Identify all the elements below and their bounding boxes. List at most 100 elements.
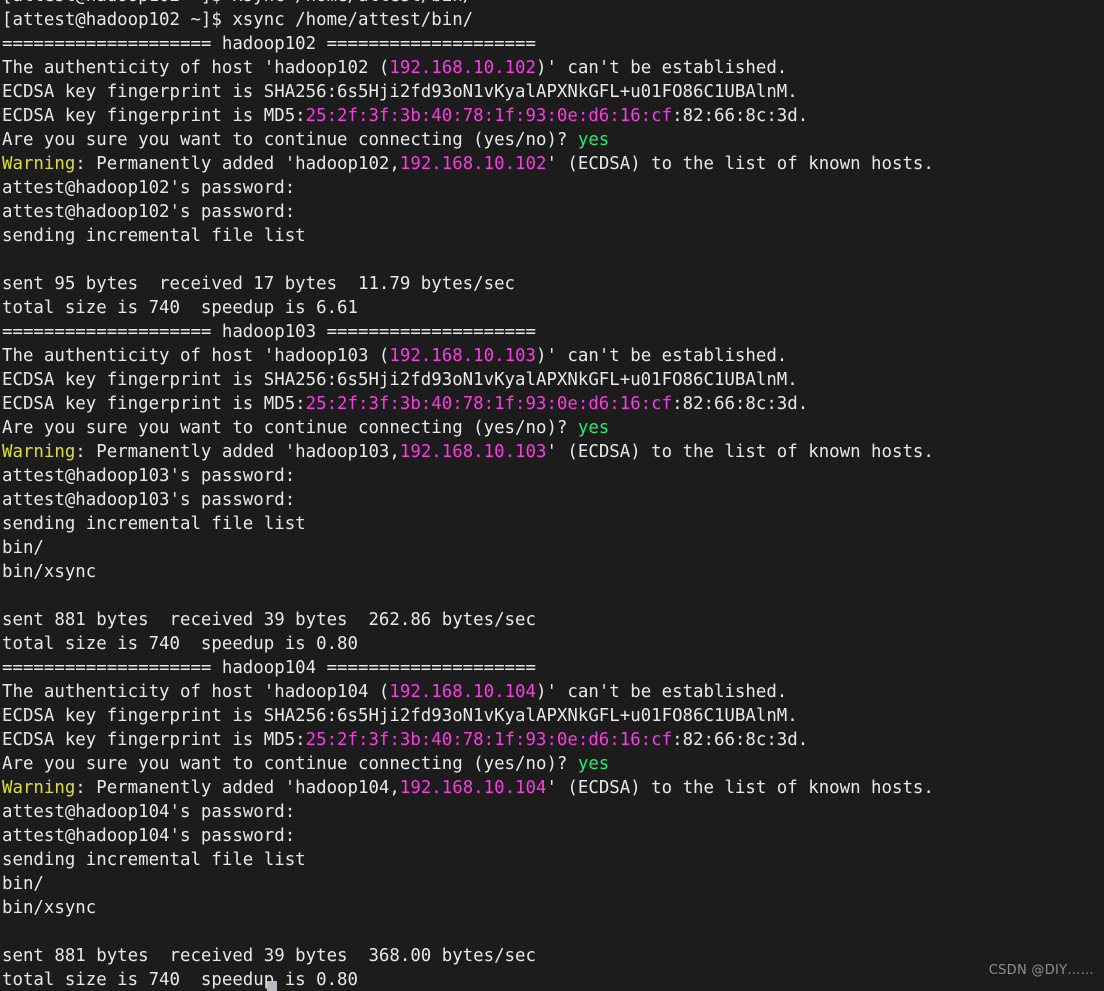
terminal-text-span: 25:2f:3f:3b:40:78:1f:93:0e:d6:16:cf xyxy=(305,106,673,126)
terminal-text-span: : Permanently added 'hadoop104, xyxy=(75,778,400,798)
terminal-line: ==================== hadoop102 =========… xyxy=(2,32,1102,56)
terminal-text-span: total size is 740 speedup is 0.80 xyxy=(2,634,358,654)
terminal-line: ==================== hadoop103 =========… xyxy=(2,320,1102,344)
terminal-text-span: attest@hadoop104's password: xyxy=(2,826,296,846)
terminal-text-span: The authenticity of host 'hadoop104 ( xyxy=(2,682,390,702)
terminal-line: sent 881 bytes received 39 bytes 262.86 … xyxy=(2,608,1102,632)
terminal-line: total size is 740 speedup is 0.80 xyxy=(2,632,1102,656)
terminal-line: The authenticity of host 'hadoop102 (192… xyxy=(2,56,1102,80)
terminal-text-span: bin/xsync xyxy=(2,898,97,918)
terminal-line: attest@hadoop104's password: xyxy=(2,824,1102,848)
terminal-text-span: ECDSA key fingerprint is SHA256:6s5Hji2f… xyxy=(2,370,798,390)
terminal-text-span: 192.168.10.104 xyxy=(389,682,536,702)
terminal-text-span: attest@hadoop103's password: xyxy=(2,490,296,510)
terminal-text-span: ' (ECDSA) to the list of known hosts. xyxy=(546,442,934,462)
terminal-text-span: sent 881 bytes received 39 bytes 262.86 … xyxy=(2,610,536,630)
terminal-line: Warning: Permanently added 'hadoop104,19… xyxy=(2,776,1102,800)
terminal-text-span: Warning xyxy=(2,154,76,174)
terminal-line: bin/xsync xyxy=(2,896,1102,920)
terminal-text-span: sending incremental file list xyxy=(2,226,306,246)
terminal-line: sending incremental file list xyxy=(2,848,1102,872)
terminal-text-span: [attest@hadoop102 ~]$ xsync /home/attest… xyxy=(2,10,474,30)
terminal-text-span: bin/xsync xyxy=(2,562,97,582)
terminal-text-span: Warning xyxy=(2,778,76,798)
terminal-text-span: 192.168.10.103 xyxy=(389,346,536,366)
terminal-text-span: Are you sure you want to continue connec… xyxy=(2,754,578,774)
terminal-line: The authenticity of host 'hadoop104 (192… xyxy=(2,680,1102,704)
terminal-text-span: ECDSA key fingerprint is SHA256:6s5Hji2f… xyxy=(2,82,798,102)
terminal-line: Are you sure you want to continue connec… xyxy=(2,416,1102,440)
terminal-line: sending incremental file list xyxy=(2,224,1102,248)
terminal-text-span: )' can't be established. xyxy=(536,346,788,366)
terminal-text-span: :82:66:8c:3d. xyxy=(672,106,809,126)
terminal-text-span: : Permanently added 'hadoop102, xyxy=(75,154,400,174)
terminal-text-span: total size is 740 speedup is 6.61 xyxy=(2,298,358,318)
terminal-text-span: bin/ xyxy=(2,874,44,894)
terminal-screen[interactable]: [attest@hadoop102 ~]$ xsync /home/attest… xyxy=(2,0,1102,991)
terminal-line: bin/ xyxy=(2,872,1102,896)
terminal-text-span: ECDSA key fingerprint is MD5: xyxy=(2,106,306,126)
terminal-line: Are you sure you want to continue connec… xyxy=(2,128,1102,152)
terminal-text-span: 192.168.10.104 xyxy=(399,778,547,798)
terminal-text-span: : Permanently added 'hadoop103, xyxy=(75,442,400,462)
terminal-line: Warning: Permanently added 'hadoop102,19… xyxy=(2,152,1102,176)
terminal-line: attest@hadoop102's password: xyxy=(2,176,1102,200)
terminal-line: ==================== hadoop104 =========… xyxy=(2,656,1102,680)
terminal-text-span: )' can't be established. xyxy=(536,58,788,78)
terminal-text-span: Are you sure you want to continue connec… xyxy=(2,130,578,150)
terminal-text-span: ==================== hadoop103 =========… xyxy=(2,322,536,342)
csdn-watermark: CSDN @DIY…… xyxy=(988,963,1094,978)
terminal-text-span: yes xyxy=(577,418,610,438)
terminal-text-span: attest@hadoop104's password: xyxy=(2,802,296,822)
terminal-text-span: ' (ECDSA) to the list of known hosts. xyxy=(546,154,934,174)
terminal-line: [attest@hadoop102 ~]$ xsync /home/attest… xyxy=(2,8,1102,32)
terminal-text-span: yes xyxy=(577,754,610,774)
terminal-line: [attest@hadoop102 ~]$ xsync /home/attest… xyxy=(2,0,1102,8)
terminal-line: ECDSA key fingerprint is MD5:25:2f:3f:3b… xyxy=(2,104,1102,128)
terminal-text-span: :82:66:8c:3d. xyxy=(672,730,809,750)
terminal-text-span: bin/ xyxy=(2,538,44,558)
terminal-line: Warning: Permanently added 'hadoop103,19… xyxy=(2,440,1102,464)
terminal-line: ECDSA key fingerprint is MD5:25:2f:3f:3b… xyxy=(2,392,1102,416)
terminal-window[interactable]: [attest@hadoop102 ~]$ xsync /home/attest… xyxy=(0,0,1104,991)
terminal-text-span: ==================== hadoop102 =========… xyxy=(2,34,536,54)
terminal-line: attest@hadoop103's password: xyxy=(2,488,1102,512)
text-cursor xyxy=(267,981,277,991)
terminal-text-span: sending incremental file list xyxy=(2,514,306,534)
terminal-line: total size is 740 speedup is 6.61 xyxy=(2,296,1102,320)
terminal-text-span: attest@hadoop102's password: xyxy=(2,178,296,198)
terminal-text-span: ==================== hadoop104 =========… xyxy=(2,658,536,678)
terminal-text-span: [attest@hadoop102 ~]$ xsync /home/attest… xyxy=(2,0,473,6)
terminal-line: ECDSA key fingerprint is SHA256:6s5Hji2f… xyxy=(2,80,1102,104)
terminal-line: attest@hadoop102's password: xyxy=(2,200,1102,224)
terminal-text-span: sent 881 bytes received 39 bytes 368.00 … xyxy=(2,946,536,966)
terminal-line: The authenticity of host 'hadoop103 (192… xyxy=(2,344,1102,368)
terminal-text-span: ECDSA key fingerprint is MD5: xyxy=(2,730,306,750)
terminal-line: bin/xsync xyxy=(2,560,1102,584)
terminal-text-span: Warning xyxy=(2,442,76,462)
terminal-line: total size is 740 speedup is 0.80 xyxy=(2,968,1102,991)
terminal-text-span: :82:66:8c:3d. xyxy=(672,394,809,414)
terminal-text-span: 192.168.10.103 xyxy=(399,442,547,462)
terminal-text-span: total size is 740 speedup is 0.80 xyxy=(2,970,358,990)
terminal-text-span: sent 95 bytes received 17 bytes 11.79 by… xyxy=(2,274,516,294)
terminal-text-span: ECDSA key fingerprint is MD5: xyxy=(2,394,306,414)
terminal-line: ECDSA key fingerprint is MD5:25:2f:3f:3b… xyxy=(2,728,1102,752)
terminal-line: attest@hadoop103's password: xyxy=(2,464,1102,488)
terminal-text-span: The authenticity of host 'hadoop102 ( xyxy=(2,58,390,78)
terminal-line: ECDSA key fingerprint is SHA256:6s5Hji2f… xyxy=(2,704,1102,728)
terminal-text-span: sending incremental file list xyxy=(2,850,306,870)
terminal-text-span: 25:2f:3f:3b:40:78:1f:93:0e:d6:16:cf xyxy=(305,730,673,750)
terminal-text-span: 25:2f:3f:3b:40:78:1f:93:0e:d6:16:cf xyxy=(305,394,673,414)
terminal-text-span: )' can't be established. xyxy=(536,682,788,702)
terminal-text-span: 192.168.10.102 xyxy=(399,154,547,174)
terminal-line: Are you sure you want to continue connec… xyxy=(2,752,1102,776)
terminal-text-span: The authenticity of host 'hadoop103 ( xyxy=(2,346,390,366)
terminal-line: bin/ xyxy=(2,536,1102,560)
terminal-text-span: attest@hadoop103's password: xyxy=(2,466,296,486)
terminal-line: ECDSA key fingerprint is SHA256:6s5Hji2f… xyxy=(2,368,1102,392)
terminal-text-span: Are you sure you want to continue connec… xyxy=(2,418,578,438)
terminal-text-span: attest@hadoop102's password: xyxy=(2,202,296,222)
terminal-line: sent 881 bytes received 39 bytes 368.00 … xyxy=(2,944,1102,968)
